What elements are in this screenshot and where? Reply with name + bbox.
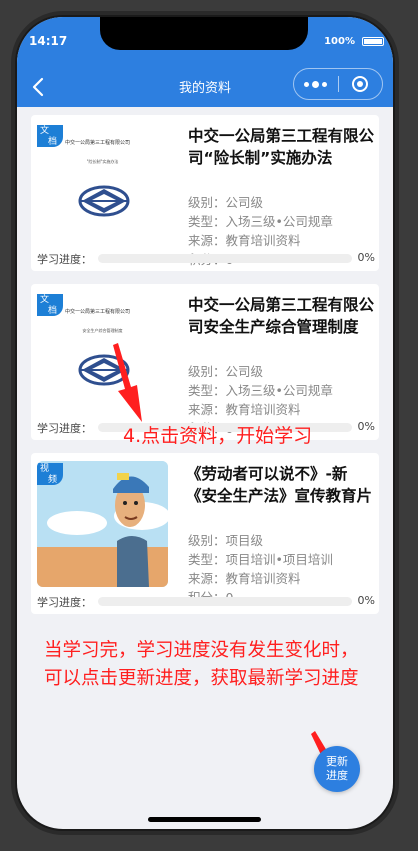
card-level: 级别：公司级 bbox=[188, 364, 264, 379]
more-dots-icon-right bbox=[322, 81, 328, 87]
mini-program-capsule bbox=[293, 68, 383, 100]
document-thumbnail[interactable]: 中交一公局第三工程有限公司 "险长制"实施办法 文档 bbox=[37, 123, 168, 249]
card-level: 级别：项目级 bbox=[188, 533, 264, 548]
document-badge: 文档 bbox=[37, 125, 63, 147]
target-icon bbox=[352, 76, 369, 92]
material-card[interactable]: 视频 《劳动者可以说不》-新《安全生产法》宣传教育片 级别：项目级 类型：项目培… bbox=[31, 453, 379, 614]
more-button[interactable] bbox=[294, 69, 338, 99]
close-mini-program-button[interactable] bbox=[338, 69, 382, 99]
document-badge: 文档 bbox=[37, 294, 63, 316]
material-card[interactable]: 中交一公局第三工程有限公司 "险长制"实施办法 文档 中交一公局第三工程有限公司… bbox=[31, 115, 379, 271]
more-dots-icon bbox=[304, 81, 310, 87]
card-type: 类型：入场三级•公司规章 bbox=[188, 214, 333, 229]
card-source: 来源：教育培训资料 bbox=[188, 571, 301, 586]
progress-percent: 0% bbox=[357, 594, 375, 607]
video-thumbnail[interactable]: 视频 bbox=[37, 461, 168, 587]
update-button-line1: 更新 bbox=[326, 755, 348, 768]
home-indicator bbox=[148, 817, 261, 822]
battery-icon bbox=[362, 37, 384, 46]
status-time: 14:17 bbox=[29, 34, 68, 48]
phone-screen: 14:17 100% 我的资料 中交一公局第三工程有限公司 "险长制"实施办法 bbox=[17, 17, 393, 829]
update-button-line2: 进度 bbox=[326, 769, 348, 782]
thumbnail-subtitle-text: "险长制"实施办法 bbox=[86, 159, 119, 164]
progress-bar bbox=[98, 254, 352, 263]
thumbnail-header-text: 中交一公局第三工程有限公司 bbox=[65, 140, 131, 146]
thumbnail-header-text: 中交一公局第三工程有限公司 bbox=[65, 309, 131, 315]
nav-bar: 我的资料 bbox=[17, 65, 393, 107]
card-source: 来源：教育培训资料 bbox=[188, 402, 301, 417]
progress-percent: 0% bbox=[357, 420, 375, 433]
card-title: 中交一公局第三工程有限公司“险长制”实施办法 bbox=[188, 127, 375, 167]
progress-percent: 0% bbox=[357, 251, 375, 264]
more-dots-icon-center bbox=[312, 80, 320, 88]
card-level: 级别：公司级 bbox=[188, 195, 264, 210]
video-badge: 视频 bbox=[37, 463, 63, 485]
company-logo-icon bbox=[78, 185, 130, 217]
thumbnail-subtitle-text: 安全生产综合管理制度 bbox=[82, 328, 123, 333]
card-source: 来源：教育培训资料 bbox=[188, 233, 301, 248]
progress-label: 学习进度： bbox=[37, 422, 92, 435]
card-type: 类型：入场三级•公司规章 bbox=[188, 383, 333, 398]
update-progress-button[interactable]: 更新 进度 bbox=[314, 746, 360, 792]
battery-percent: 100% bbox=[324, 36, 355, 47]
annotation-tip: 当学习完，学习进度没有发生变化时，可以点击更新进度，获取最新学习进度 bbox=[44, 640, 359, 689]
progress-label: 学习进度： bbox=[37, 596, 92, 609]
progress-label: 学习进度： bbox=[37, 253, 92, 266]
annotation-step: 4.点击资料，开始学习 bbox=[123, 425, 313, 447]
card-type: 类型：项目培训•项目培训 bbox=[188, 552, 333, 567]
document-thumbnail[interactable]: 中交一公局第三工程有限公司 安全生产综合管理制度 文档 bbox=[37, 292, 168, 418]
progress-bar bbox=[98, 597, 352, 606]
material-card[interactable]: 中交一公局第三工程有限公司 安全生产综合管理制度 文档 中交一公局第三工程有限公… bbox=[31, 284, 379, 440]
card-title: 中交一公局第三工程有限公司安全生产综合管理制度 bbox=[188, 296, 375, 336]
notch bbox=[100, 17, 308, 50]
company-logo-icon bbox=[78, 354, 130, 386]
card-title: 《劳动者可以说不》-新《安全生产法》宣传教育片 bbox=[186, 465, 373, 505]
